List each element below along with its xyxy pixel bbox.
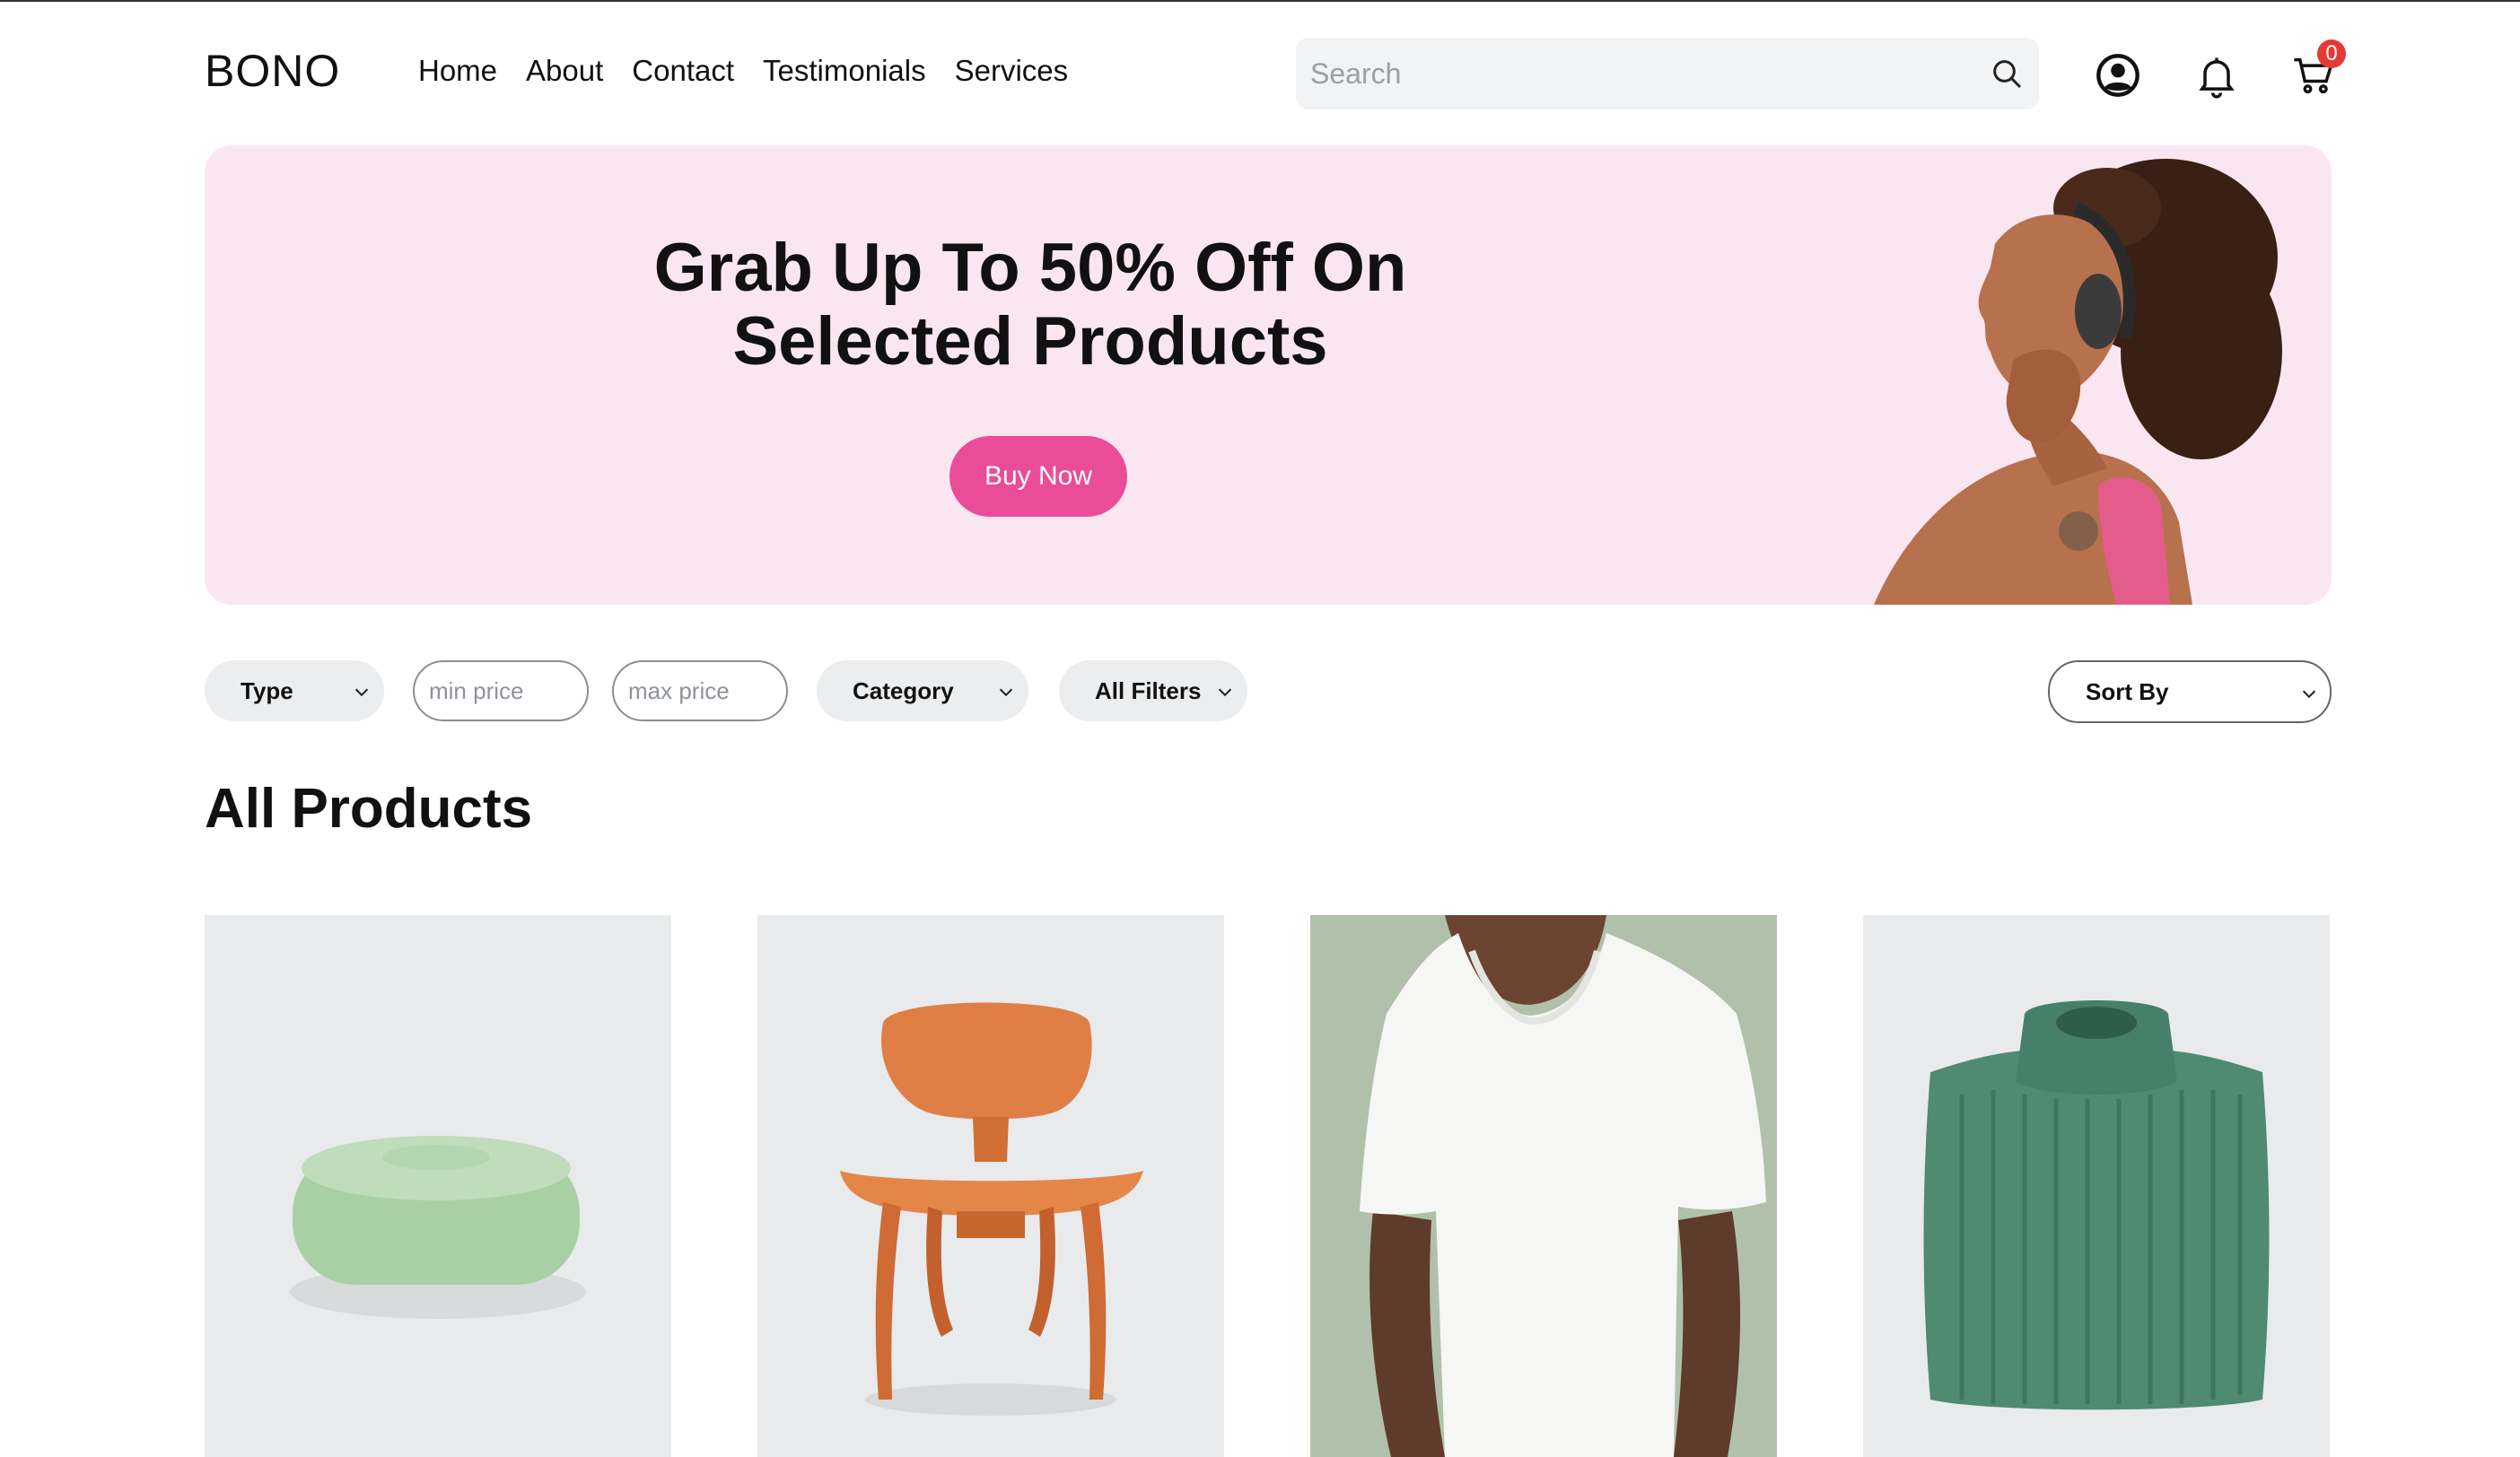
all-products-heading: All Products [205, 778, 533, 840]
search-input[interactable] [1296, 38, 1960, 109]
max-price-input[interactable] [612, 660, 788, 721]
filters-bar: Type Category All Filters Sort By [205, 660, 2332, 723]
product-card[interactable] [757, 915, 1224, 1457]
category-filter-label: Category [853, 676, 954, 704]
brand-logo[interactable]: BONO [205, 45, 340, 97]
green-knit-sweater-image [1863, 915, 2330, 1457]
nav-services[interactable]: Services [955, 54, 1069, 88]
product-card[interactable] [205, 915, 671, 1457]
site-header: BONO Home About Contact Testimonials Ser… [205, 27, 2346, 120]
hero-title-line1: Grab Up To 50% Off On [653, 230, 1407, 306]
orange-wooden-chair-image [757, 915, 1224, 1457]
chevron-down-icon [1218, 688, 1232, 697]
main-nav: Home About Contact Testimonials Services [418, 54, 1068, 88]
buy-now-button[interactable]: Buy Now [949, 436, 1127, 517]
hero-title-line2: Selected Products [732, 303, 1328, 380]
product-card[interactable] [1310, 915, 1777, 1457]
type-filter-label: Type [241, 676, 293, 704]
chevron-down-icon [354, 688, 369, 697]
min-price-input[interactable] [413, 660, 589, 721]
sort-by-label: Sort By [2086, 677, 2169, 705]
nav-contact[interactable]: Contact [632, 54, 734, 88]
nav-about[interactable]: About [526, 54, 603, 88]
type-filter-dropdown[interactable]: Type [205, 660, 384, 721]
white-tshirt-model-image [1310, 915, 1777, 1457]
search-icon[interactable] [1989, 56, 2025, 92]
hero-woman-headphones-image [1874, 159, 2282, 605]
all-filters-label: All Filters [1095, 676, 1202, 704]
hero-banner: Grab Up To 50% Off On Selected Products … [205, 145, 2332, 605]
cart-count-badge: 0 [2317, 39, 2346, 68]
green-pouf-image [205, 915, 671, 1457]
product-card[interactable] [1863, 915, 2330, 1457]
sort-by-dropdown[interactable]: Sort By [2048, 660, 2332, 723]
all-filters-dropdown[interactable]: All Filters [1059, 660, 1247, 721]
nav-testimonials[interactable]: Testimonials [763, 54, 926, 88]
user-icon[interactable] [2095, 52, 2141, 99]
chevron-down-icon [2302, 690, 2316, 699]
top-border [0, 0, 2520, 2]
category-filter-dropdown[interactable]: Category [817, 660, 1028, 721]
hero-title: Grab Up To 50% Off On Selected Products [582, 231, 1479, 379]
nav-home[interactable]: Home [418, 54, 497, 88]
search-bar [1296, 38, 2039, 109]
bell-icon[interactable] [2193, 52, 2240, 99]
chevron-down-icon [999, 688, 1013, 697]
